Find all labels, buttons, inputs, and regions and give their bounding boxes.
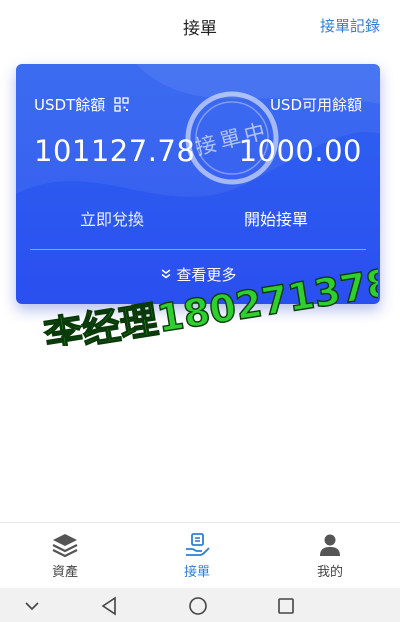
contact-watermark: 李经理18027137824 [41, 251, 378, 346]
usdt-balance-label: USDT餘額 [34, 96, 106, 114]
tab-assets[interactable]: 資產 [20, 531, 110, 580]
exchange-now-button[interactable]: 立即兌換 [80, 206, 144, 230]
tab-accept-orders-label: 接單 [183, 565, 210, 580]
tab-mine[interactable]: 我的 [285, 531, 375, 580]
user-icon [320, 534, 340, 556]
tab-accept-orders[interactable]: 接單 [152, 531, 242, 580]
layers-icon [52, 534, 78, 558]
back-triangle-icon[interactable] [100, 596, 120, 616]
qr-code-icon[interactable] [114, 97, 129, 112]
home-circle-icon[interactable] [188, 596, 208, 616]
recent-square-icon[interactable] [276, 596, 296, 616]
app-screen: 接單 接單記錄 接單中 USDT餘額 USD可用餘額 101127.78 100… [0, 0, 400, 622]
top-header: 接單 接單記錄 [0, 0, 400, 50]
usdt-balance-value: 101127.78 [34, 134, 196, 168]
tab-assets-label: 資產 [51, 565, 78, 580]
system-navigation-bar [0, 588, 400, 622]
hand-receive-icon [186, 533, 210, 556]
start-accepting-button[interactable]: 開始接單 [244, 206, 308, 230]
bottom-tab-bar: 資產 接單 我的 [0, 522, 400, 588]
usd-available-value: 1000.00 [238, 134, 362, 168]
order-records-link[interactable]: 接單記錄 [320, 15, 380, 36]
watermark-text: 李经理18027137824 [41, 252, 378, 346]
usd-available-label: USD可用餘額 [269, 96, 362, 114]
tab-mine-label: 我的 [316, 565, 343, 580]
usdt-balance-label-row: USDT餘額 [34, 94, 129, 115]
chevron-down-icon[interactable] [22, 596, 42, 616]
